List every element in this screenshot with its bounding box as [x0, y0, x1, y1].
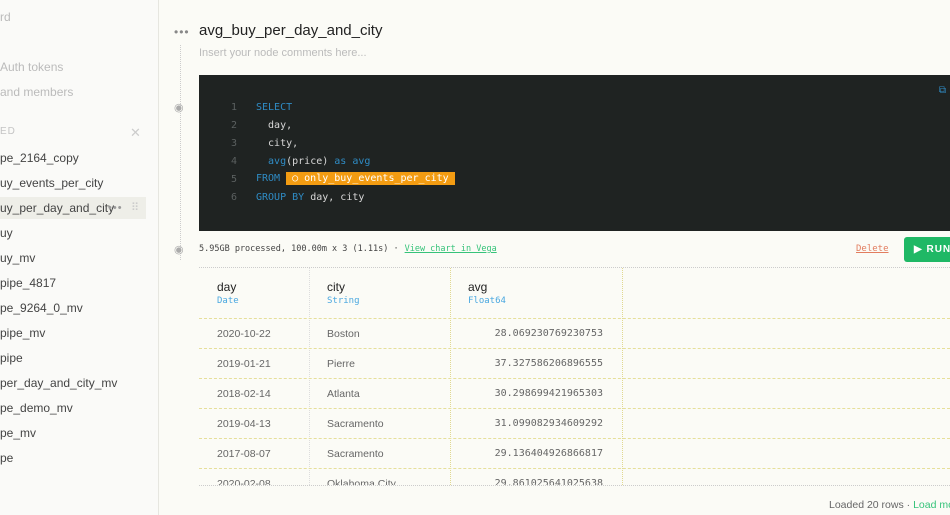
line-number: 5 — [230, 174, 237, 185]
column-header: avg — [468, 280, 488, 294]
table-cell: 28.069230769230753 — [494, 328, 603, 339]
sidebar-pipe-item[interactable]: pipe_mv — [0, 322, 146, 344]
sidebar-pipe-item[interactable]: uy_mv — [0, 247, 146, 269]
table-reference-name: only_buy_events_per_city — [304, 173, 449, 184]
code-line: city, — [256, 138, 299, 149]
line-number: 6 — [230, 192, 237, 203]
table-cell: 29.136404926866817 — [494, 448, 603, 459]
column-type: Float64 — [468, 296, 506, 306]
drag-handle-icon[interactable]: ⠿ — [131, 197, 139, 219]
sidebar-section-label: ED — [0, 126, 16, 137]
table-row: 2019-04-13 Sacramento 31.099082934609292 — [199, 408, 950, 438]
sidebar-pipe-item[interactable]: uy_per_day_and_city ••• ⠿ — [0, 197, 146, 219]
line-number: 1 — [230, 102, 237, 113]
sidebar-item-members[interactable]: and members — [0, 81, 146, 103]
eye-icon[interactable]: ◉ — [174, 243, 184, 256]
sidebar-item-0[interactable]: rd — [0, 6, 146, 28]
node-circle-icon: ○ — [292, 173, 305, 184]
code-keyword: FROM — [256, 173, 287, 184]
code-line: day, — [256, 120, 293, 131]
line-number: 2 — [230, 120, 237, 131]
copy-icon[interactable]: ⧉ — [939, 85, 946, 96]
node-title[interactable]: avg_buy_per_day_and_city — [199, 22, 382, 39]
sidebar-pipe-item[interactable]: pe_demo_mv — [0, 397, 146, 419]
table-cell: Sacramento — [327, 448, 384, 460]
column-header: city — [327, 280, 345, 294]
run-label: RUN — [926, 244, 950, 255]
sidebar-pipe-item[interactable]: pe — [0, 447, 146, 469]
table-cell: 37.327586206896555 — [494, 358, 603, 369]
more-icon[interactable]: ••• — [108, 197, 123, 219]
table-row: 2018-02-14 Atlanta 30.298699421965303 — [199, 378, 950, 408]
sidebar-pipe-item[interactable]: per_day_and_city_mv — [0, 372, 146, 394]
sidebar-pipe-item[interactable]: pe_2164_copy — [0, 147, 146, 169]
node-rail — [180, 45, 181, 260]
table-cell: 2020-02-08 — [217, 478, 271, 486]
code-arg: (price) — [286, 156, 335, 167]
close-icon[interactable]: ✕ — [130, 125, 141, 141]
column-header: day — [217, 280, 237, 294]
load-more-link[interactable]: Load mo — [913, 499, 950, 511]
node-comment-input[interactable]: Insert your node comments here... — [199, 47, 367, 59]
column-type: String — [327, 296, 360, 306]
table-cell: 2019-01-21 — [217, 358, 271, 370]
table-cell: 31.099082934609292 — [494, 418, 603, 429]
table-cell: 2019-04-13 — [217, 418, 271, 430]
table-cell: 2020-10-22 — [217, 328, 271, 340]
code-alias: as avg — [334, 156, 371, 167]
node-menu-icon[interactable]: ••• — [174, 25, 190, 39]
table-cell: 2017-08-07 — [217, 448, 271, 460]
query-stats: 5.95GB processed, 100.00m x 3 (1.11s) · V… — [199, 244, 497, 254]
loaded-rows-text: Loaded 20 rows · — [829, 499, 914, 511]
table-cell: 29.861025641025638 — [494, 478, 603, 486]
code-line: GROUP BY day, city — [256, 192, 364, 203]
sidebar-pipe-item[interactable]: uy_events_per_city — [0, 172, 146, 194]
code-line: avg(price) as avg — [256, 156, 370, 167]
code-fn: avg — [256, 156, 287, 167]
sidebar: rd Auth tokens and members ED ✕ pe_2164_… — [0, 0, 159, 515]
table-row: 2020-02-08 Oklahoma City 29.86102564102563… — [199, 468, 950, 486]
table-row: 2020-10-22 Boston 28.069230769230753 — [199, 318, 950, 348]
table-row: 2019-01-21 Pierre 37.327586206896555 — [199, 348, 950, 378]
results-table: day Date city String avg Float64 2020-10… — [199, 267, 950, 486]
sidebar-pipe-item[interactable]: pe_9264_0_mv — [0, 297, 146, 319]
code-line: FROM ○ only_buy_events_per_city — [256, 172, 455, 185]
stats-text: 5.95GB processed, 100.00m x 3 (1.11s) · — [199, 244, 399, 254]
sql-editor[interactable]: ⧉ 1 2 3 4 5 6 SELECT day, city, avg(pric… — [199, 75, 950, 231]
delete-button[interactable]: Delete — [856, 244, 889, 254]
table-reference[interactable]: ○ only_buy_events_per_city — [286, 172, 455, 185]
code-rest: day, city — [304, 192, 365, 203]
code-line: SELECT — [256, 102, 293, 113]
table-cell: Oklahoma City — [327, 478, 396, 486]
eye-icon[interactable]: ◉ — [174, 101, 184, 114]
table-cell: Atlanta — [327, 388, 360, 400]
table-cell: Sacramento — [327, 418, 384, 430]
table-cell: Boston — [327, 328, 360, 340]
sidebar-pipe-item[interactable]: pe_mv — [0, 422, 146, 444]
table-cell: Pierre — [327, 358, 356, 370]
table-footer: Loaded 20 rows · Load mo — [829, 499, 950, 511]
play-icon: ▶ — [914, 244, 927, 255]
sidebar-item-1[interactable] — [0, 31, 146, 53]
line-number: 4 — [230, 156, 237, 167]
view-chart-link[interactable]: View chart in Vega — [405, 244, 497, 254]
run-button[interactable]: ▶ RUN — [904, 237, 950, 262]
code-keyword: GROUP BY — [256, 192, 305, 203]
table-row: 2017-08-07 Sacramento 29.136404926866817 — [199, 438, 950, 468]
line-number: 3 — [230, 138, 237, 149]
table-cell: 30.298699421965303 — [494, 388, 603, 399]
table-cell: 2018-02-14 — [217, 388, 271, 400]
sidebar-item-auth-tokens[interactable]: Auth tokens — [0, 56, 146, 78]
column-type: Date — [217, 296, 239, 306]
sidebar-pipe-item[interactable]: pipe_4817 — [0, 272, 146, 294]
sidebar-pipe-item[interactable]: pipe — [0, 347, 146, 369]
sidebar-pipe-item[interactable]: uy — [0, 222, 146, 244]
